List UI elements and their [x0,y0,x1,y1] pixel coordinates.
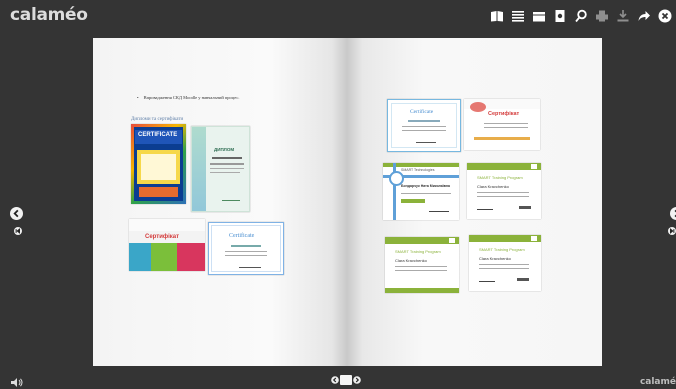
page-thumbnail[interactable] [340,375,352,385]
certificate-image: SMART Training Program Clara Kravchenko [385,237,459,293]
certificate-image: SMART Training Program Clara Kravchenko [467,163,541,219]
skip-last-icon [670,228,675,234]
page-navigator [331,375,361,385]
volume-icon[interactable] [11,378,23,387]
certificate-image: CERTIFICATE [131,124,186,204]
next-page-button[interactable] [670,207,676,220]
section-title: Дипломи та сертифікати [131,117,184,122]
calameo-brand[interactable]: calamé [640,377,676,387]
print-icon[interactable] [595,9,609,23]
chevron-right-icon [353,376,361,384]
chevron-right-icon [674,209,676,218]
certificate-name: Clara Kravchenko [477,184,509,189]
book-spread: Впровадження СКД Moodle у навчальний про… [93,38,602,366]
share-icon[interactable] [637,9,651,23]
certificate-image: Certificate [387,99,461,152]
certificate-title: Сертифікат [145,234,180,240]
certificate-name: Clara Kravchenko [395,258,427,263]
pager-prev-button[interactable] [331,376,339,384]
list-icon[interactable] [511,9,525,23]
top-bar: calaméo [0,0,676,30]
chevron-left-icon [13,209,19,218]
certificate-name: Clara Kravchenko [479,256,511,261]
bottom-bar: calamé [0,375,676,389]
close-icon[interactable] [658,9,672,23]
search-icon[interactable] [574,9,588,23]
certificate-image: SMART Training Program Clara Kravchenko [469,235,541,291]
certificate-title: SMART Training Program [395,249,441,254]
download-icon[interactable] [616,9,630,23]
certificate-image: Certificate [208,222,284,275]
previous-page-button[interactable] [10,207,23,220]
last-page-button[interactable] [668,227,676,235]
left-page[interactable]: Впровадження СКД Moodle у навчальний про… [93,38,347,366]
document-icon[interactable] [553,9,567,23]
chevron-left-icon [331,376,339,384]
grid-icon[interactable] [532,9,546,23]
certificate-title: Certificate [229,233,255,239]
certificate-image: ДИПЛОМ [191,126,250,212]
certificate-title: SMART Training Program [479,247,525,252]
certificate-title: SMART Technologies [401,168,435,172]
certificate-title: Certificate [410,109,434,115]
document-viewer: calaméo • Впровадження СКД Moodle у навч… [0,0,676,389]
right-page[interactable]: Certificate Сертифікат SMART Technologie… [347,38,602,366]
certificate-title: SMART Training Program [477,175,523,180]
certificate-image: Сертифікат [464,99,540,150]
toolbar [490,8,672,24]
certificate-title: Сертифікат [488,111,520,117]
certificate-image: SMART Technologies Бондарчук Ната Микола… [383,163,459,220]
pager-next-button[interactable] [353,376,361,384]
bullet-text: Впровадження СКД Moodle у навчальний про… [137,95,240,100]
certificate-image: Сертифікат [129,219,205,271]
certificate-title: ДИПЛОМ [214,147,235,152]
calameo-logo[interactable]: calaméo [10,5,88,25]
first-page-button[interactable] [14,227,22,235]
skip-first-icon [15,228,20,234]
certificate-name: Бондарчук Ната Миколаївна [401,184,450,188]
certificate-title: CERTIFICATE [138,132,178,138]
book-view-icon[interactable] [490,9,504,23]
